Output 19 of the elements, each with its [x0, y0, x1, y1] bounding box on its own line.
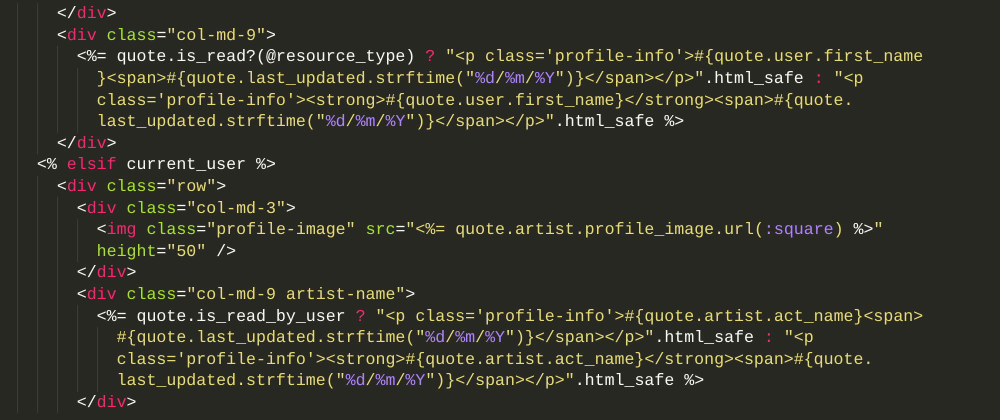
code-line: <div class="col-md-3">	[76, 198, 296, 218]
code-line: <div class="col-md-9">	[56, 26, 276, 45]
code-line: class='profile-info'><strong>#{quote.user.first_name}</strong><span>#{quote.	[96, 90, 854, 110]
code-line: #{quote.last_updated.strftime("%d/%m/%Y")}</span></p>".html_safe : "<p	[116, 328, 814, 348]
code-line: <img class="profile-image" src="<%= quote.artist.profile_image.url(:square) %>"	[96, 220, 884, 240]
code-line: <%= quote.is_read?(@resource_type) ? "<p class='profile-info'>#{quote.user.first_name	[76, 47, 924, 66]
code-line: last_updated.strftime("%d/%m/%Y")}</span></p>".html_safe %>	[116, 371, 704, 390]
code-line: height="50" />	[96, 242, 236, 261]
code-line: <div class="col-md-9 artist-name">	[76, 285, 416, 304]
code-line: </div>	[76, 263, 137, 282]
code-line: last_updated.strftime("%d/%m/%Y")}</span></p>".html_safe %>	[96, 112, 684, 132]
code-line: <% elsif current_user %>	[36, 155, 276, 174]
code-line: </div>	[56, 134, 117, 153]
code-line: }<span>#{quote.last_updated.strftime("%d/%m/%Y")}</span></p>".html_safe : "<p	[96, 69, 864, 88]
code-line: </div>	[76, 392, 137, 412]
code-line: class='profile-info'><strong>#{quote.artist.act_name}</strong><span>#{quote.	[116, 350, 874, 369]
code-line: <%= quote.is_read_by_user ? "<p class='profile-info'>#{quote.artist.act_name}<span>	[96, 306, 924, 326]
code-line: </div>	[56, 4, 117, 24]
code-line: <div class="row">	[56, 177, 226, 196]
